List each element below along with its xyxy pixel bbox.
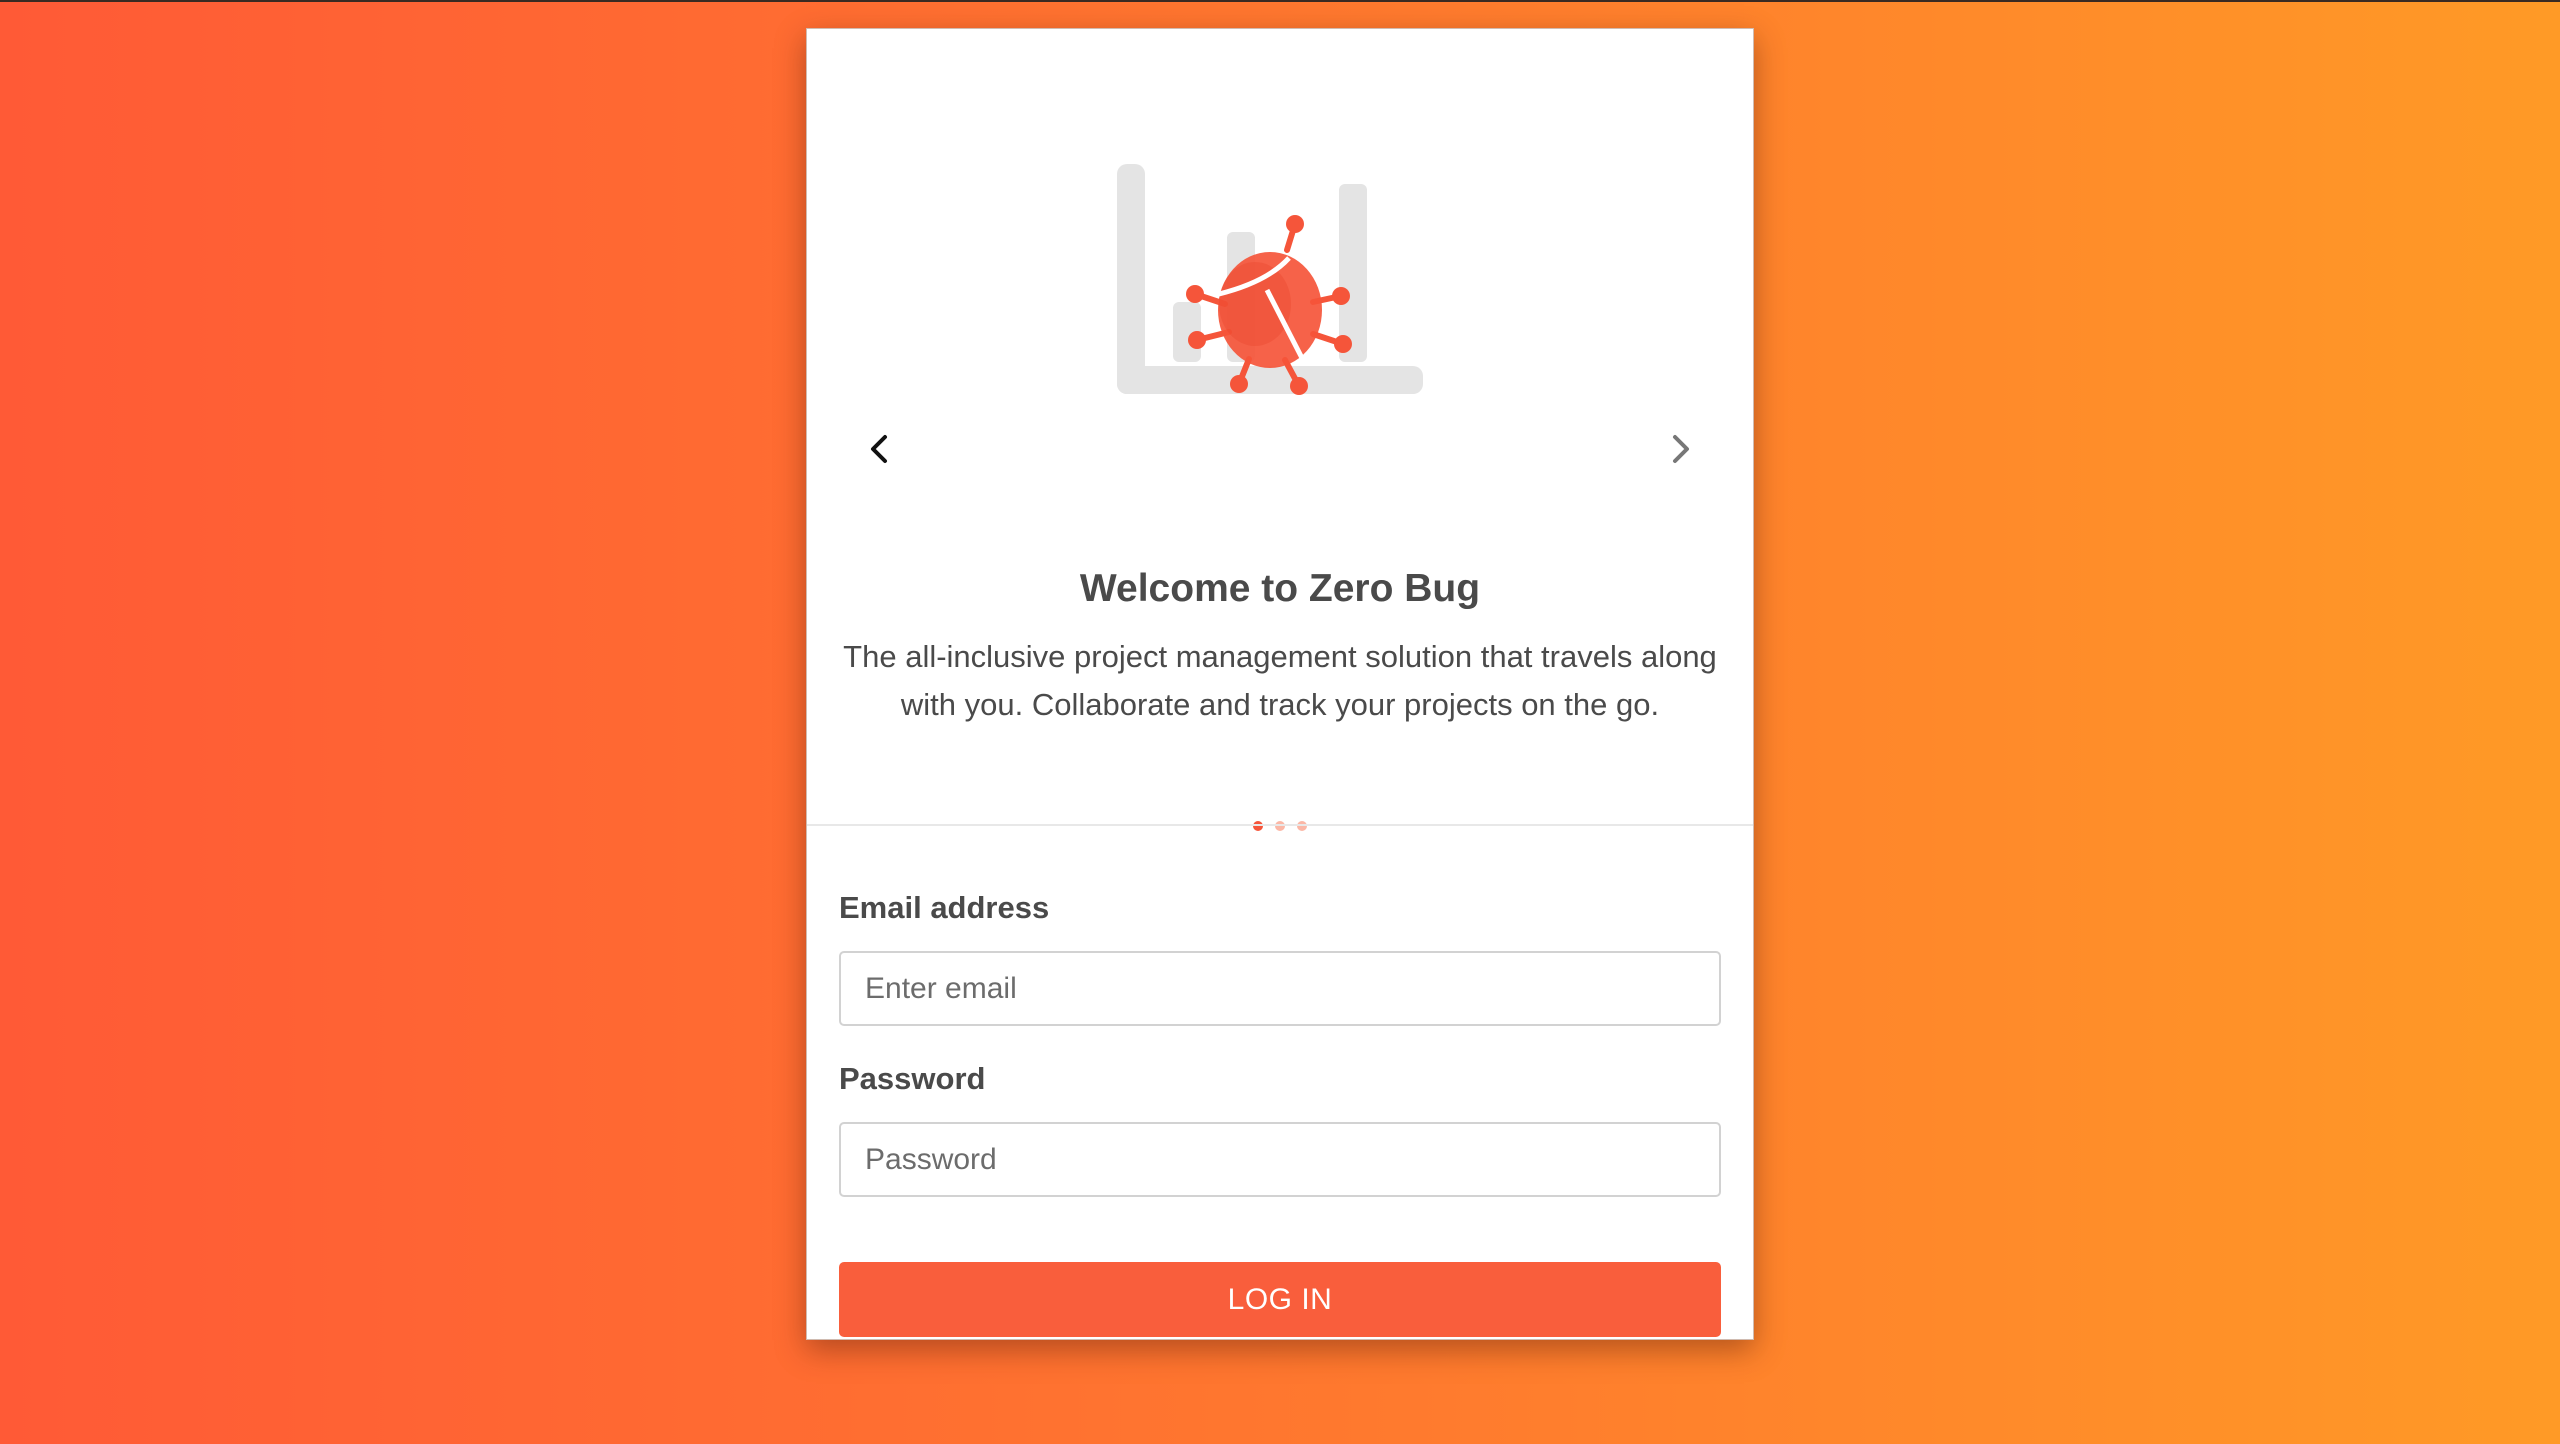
carousel-dot-1[interactable]: [1253, 821, 1263, 831]
window-top-border: [0, 0, 2560, 2]
welcome-description-line: with you. Collaborate and track your pro…: [900, 687, 1660, 722]
welcome-description: The all-inclusive project management sol…: [807, 633, 1753, 729]
chevron-right-icon: [1673, 435, 1689, 463]
carousel-prev-button[interactable]: [849, 419, 909, 479]
login-button[interactable]: LOG IN: [839, 1262, 1721, 1337]
carousel-next-button[interactable]: [1651, 419, 1711, 479]
chevron-left-icon: [871, 435, 887, 463]
onboarding-carousel: Welcome to Zero Bug The all-inclusive pr…: [807, 29, 1753, 831]
bug-chart-illustration: [1117, 164, 1423, 395]
carousel-indicators: [807, 821, 1753, 831]
card-divider: [807, 824, 1753, 826]
carousel-dot-2[interactable]: [1275, 821, 1285, 831]
carousel-dot-3[interactable]: [1297, 821, 1307, 831]
email-field[interactable]: [839, 951, 1721, 1026]
welcome-description-line: The all-inclusive project management sol…: [843, 639, 1717, 674]
password-label: Password: [839, 1061, 986, 1096]
email-label: Email address: [839, 890, 1050, 925]
password-field[interactable]: [839, 1122, 1721, 1197]
login-card: Welcome to Zero Bug The all-inclusive pr…: [806, 28, 1754, 1340]
welcome-title: Welcome to Zero Bug: [1079, 567, 1481, 610]
